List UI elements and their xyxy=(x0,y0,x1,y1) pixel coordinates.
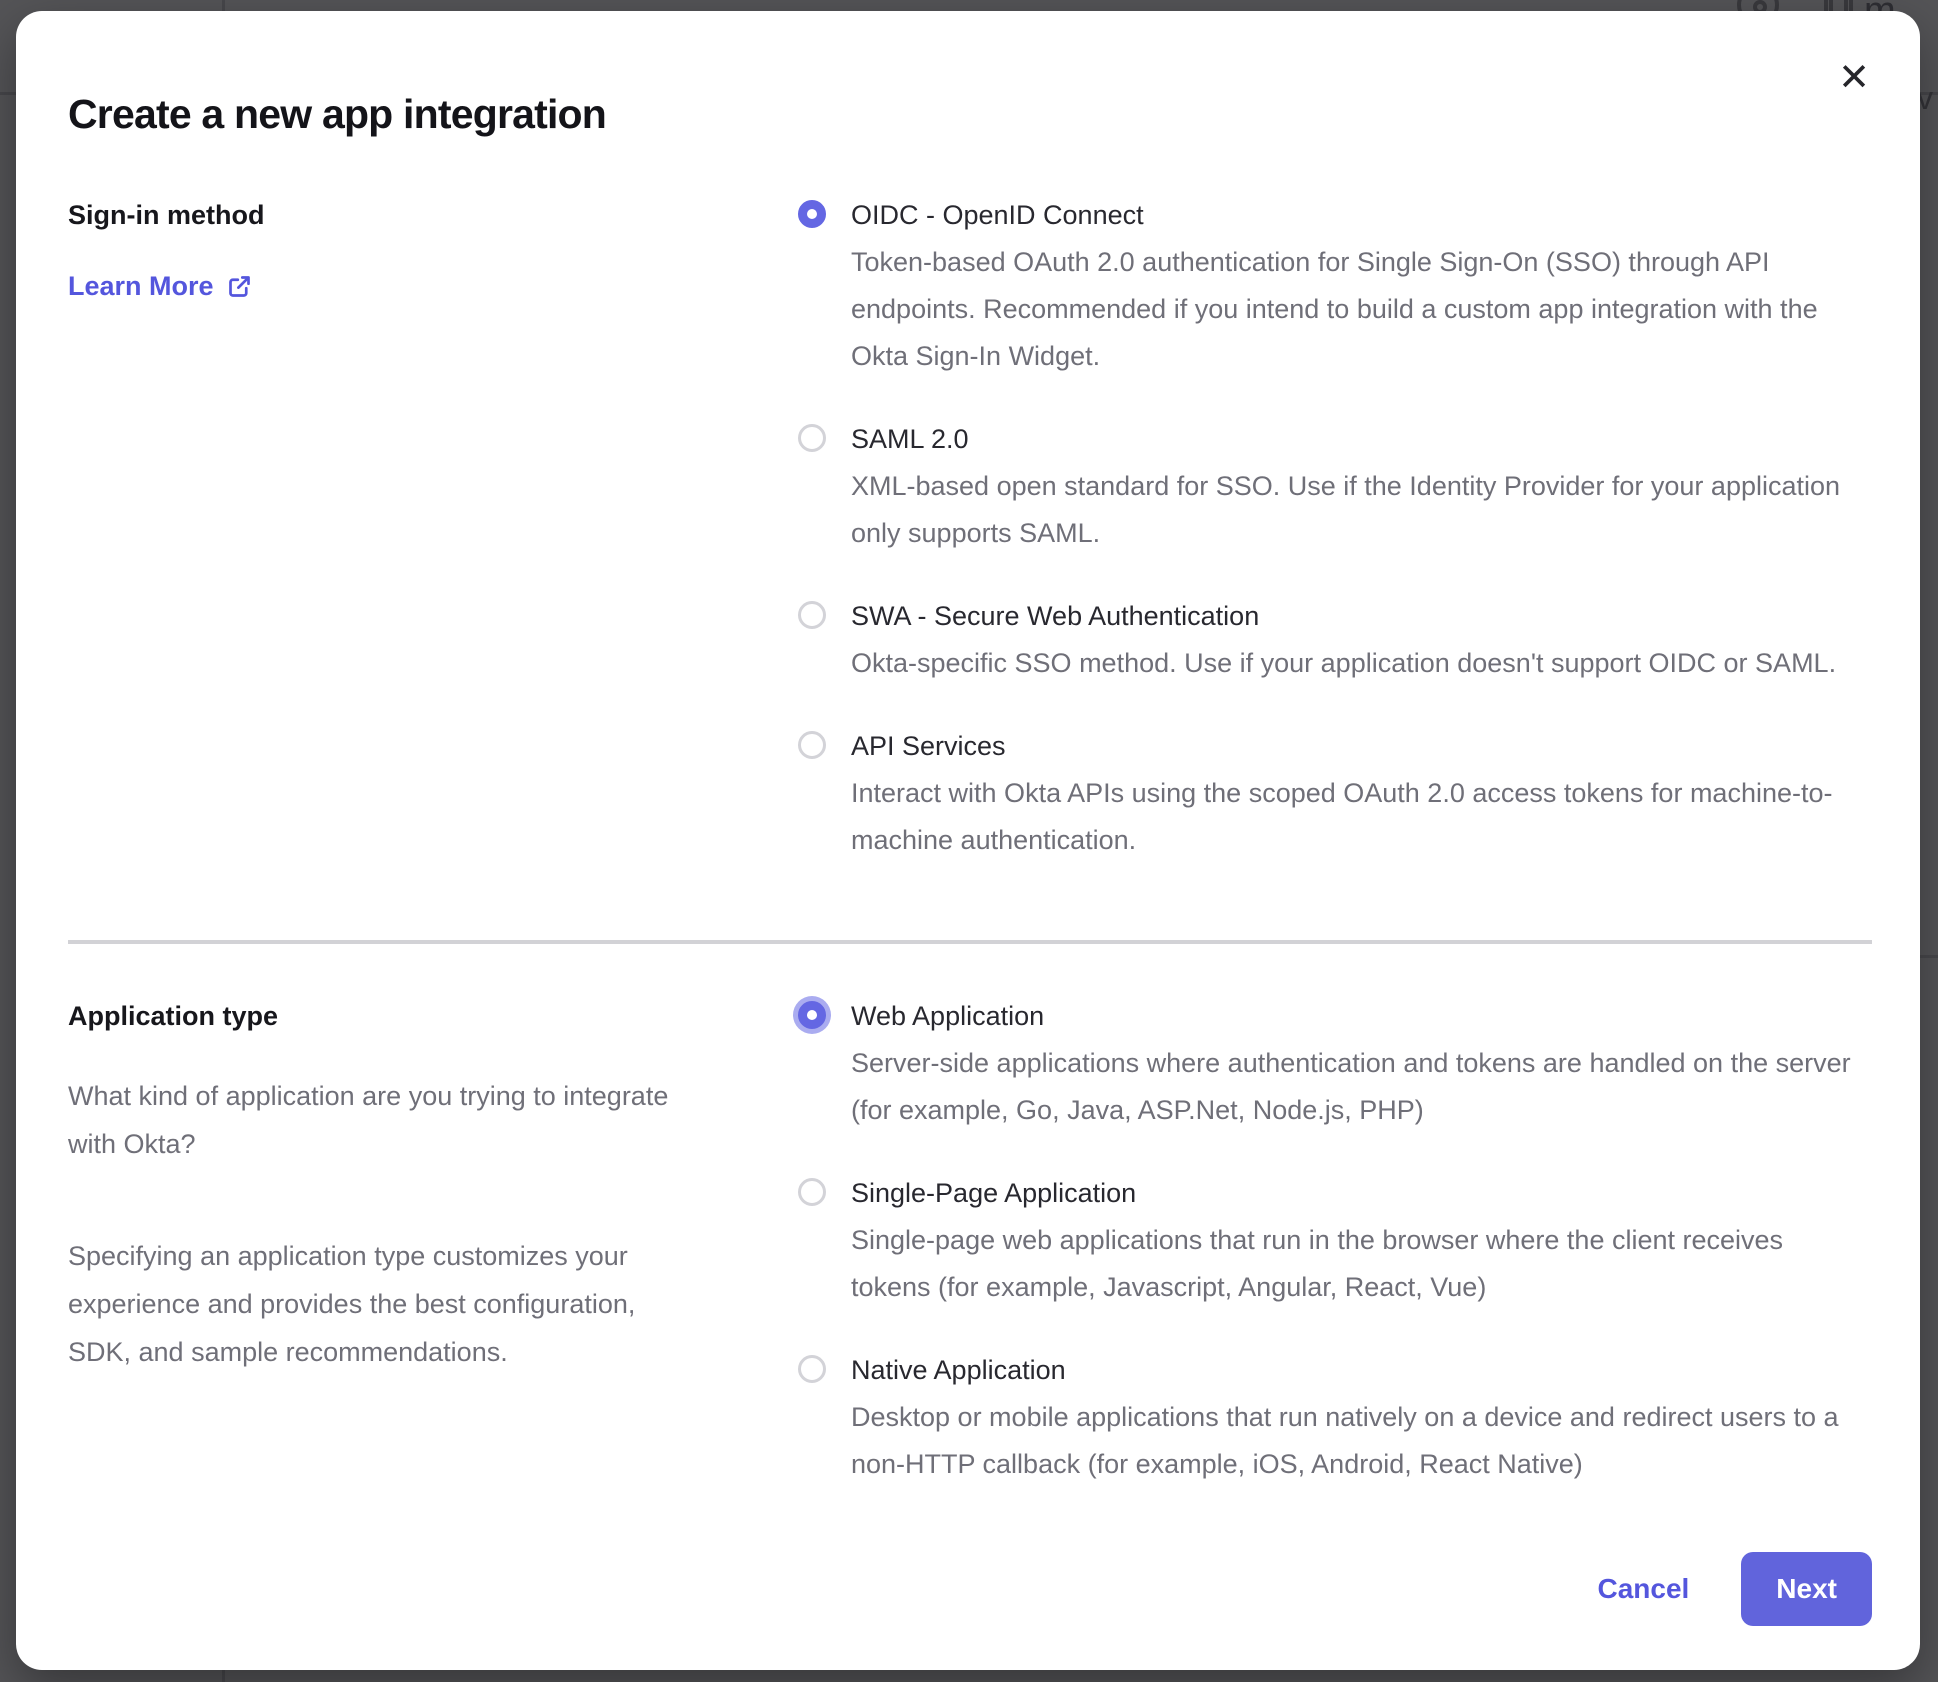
option-swa[interactable]: SWA - Secure Web Authentication Okta-spe… xyxy=(798,598,1872,687)
close-button[interactable]: ✕ xyxy=(1830,53,1878,101)
option-spa[interactable]: Single-Page Application Single-page web … xyxy=(798,1175,1872,1311)
radio-api-services[interactable] xyxy=(798,731,826,759)
radio-native-application[interactable] xyxy=(798,1355,826,1383)
signin-method-options: OIDC - OpenID Connect Token-based OAuth … xyxy=(798,197,1872,864)
apptype-left-column: Application type What kind of applicatio… xyxy=(68,998,798,1488)
apptype-question-text: What kind of application are you trying … xyxy=(68,1072,683,1168)
option-native-application-description: Desktop or mobile applications that run … xyxy=(851,1394,1869,1488)
option-saml[interactable]: SAML 2.0 XML-based open standard for SSO… xyxy=(798,421,1872,557)
apptype-note-text: Specifying an application type customize… xyxy=(68,1232,683,1376)
option-api-services-description: Interact with Okta APIs using the scoped… xyxy=(851,770,1869,864)
option-api-services[interactable]: API Services Interact with Okta APIs usi… xyxy=(798,728,1872,864)
option-native-application-label: Native Application xyxy=(851,1352,1872,1389)
option-swa-label: SWA - Secure Web Authentication xyxy=(851,598,1872,635)
option-saml-description: XML-based open standard for SSO. Use if … xyxy=(851,463,1869,557)
modal-footer: Cancel Next xyxy=(1597,1552,1872,1626)
next-button[interactable]: Next xyxy=(1741,1552,1872,1626)
radio-spa[interactable] xyxy=(798,1178,826,1206)
application-type-section: Application type What kind of applicatio… xyxy=(68,998,1872,1488)
option-web-application-label: Web Application xyxy=(851,998,1872,1035)
application-type-options: Web Application Server-side applications… xyxy=(798,998,1872,1488)
radio-web-application[interactable] xyxy=(798,1001,826,1029)
application-type-heading: Application type xyxy=(68,998,798,1034)
option-spa-description: Single-page web applications that run in… xyxy=(851,1217,1869,1311)
close-icon: ✕ xyxy=(1838,58,1870,96)
option-oidc[interactable]: OIDC - OpenID Connect Token-based OAuth … xyxy=(798,197,1872,380)
cancel-button[interactable]: Cancel xyxy=(1597,1573,1689,1605)
backdrop-horizontal-divider-right xyxy=(1917,955,1938,958)
option-spa-label: Single-Page Application xyxy=(851,1175,1872,1212)
signin-left-column: Sign-in method Learn More xyxy=(68,197,798,864)
create-app-integration-modal: ✕ Create a new app integration Sign-in m… xyxy=(16,11,1920,1670)
option-swa-description: Okta-specific SSO method. Use if your ap… xyxy=(851,640,1869,687)
radio-swa[interactable] xyxy=(798,601,826,629)
modal-title: Create a new app integration xyxy=(68,11,1872,139)
option-web-application-description: Server-side applications where authentic… xyxy=(851,1040,1869,1134)
section-divider xyxy=(68,940,1872,944)
radio-saml[interactable] xyxy=(798,424,826,452)
radio-oidc[interactable] xyxy=(798,200,826,228)
option-oidc-description: Token-based OAuth 2.0 authentication for… xyxy=(851,239,1869,380)
external-link-icon xyxy=(226,273,253,300)
signin-method-heading: Sign-in method xyxy=(68,197,798,233)
option-native-application[interactable]: Native Application Desktop or mobile app… xyxy=(798,1352,1872,1488)
signin-method-section: Sign-in method Learn More OIDC - OpenID … xyxy=(68,197,1872,864)
learn-more-label: Learn More xyxy=(68,271,214,302)
learn-more-link[interactable]: Learn More xyxy=(68,271,253,302)
option-web-application[interactable]: Web Application Server-side applications… xyxy=(798,998,1872,1134)
option-saml-label: SAML 2.0 xyxy=(851,421,1872,458)
option-api-services-label: API Services xyxy=(851,728,1872,765)
option-oidc-label: OIDC - OpenID Connect xyxy=(851,197,1872,234)
